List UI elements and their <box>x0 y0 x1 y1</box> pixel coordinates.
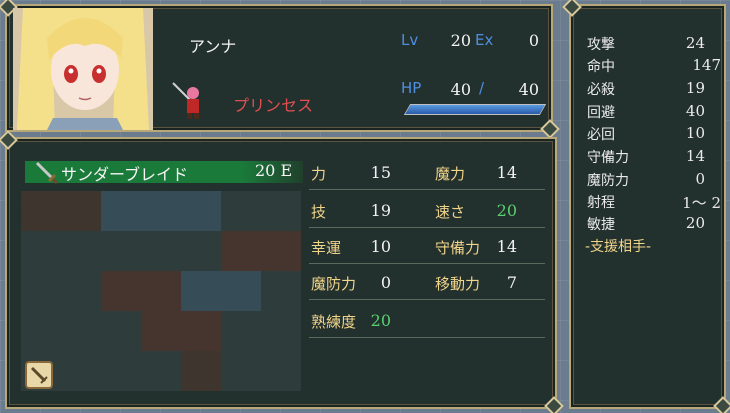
combat-agi-value: 20 <box>685 214 705 232</box>
divider <box>309 337 545 338</box>
divider <box>309 189 545 190</box>
exp-value: 0 <box>528 31 539 50</box>
stat-mag-label: 魔力 <box>435 165 466 183</box>
combat-crit-value: 19 <box>685 79 705 97</box>
stat-mov-value: 7 <box>506 273 517 292</box>
stat-res-label: 魔防力 <box>311 275 357 293</box>
level-label: Lv <box>401 31 419 49</box>
tile-decoration <box>21 191 301 391</box>
combat-atk-value: 24 <box>685 34 705 52</box>
weapon-uses: 20 E <box>255 161 293 180</box>
combat-crit-label: 必殺 <box>587 82 615 98</box>
combat-res-label: 魔防力 <box>587 173 629 189</box>
stat-wpnlv-value: 20 <box>370 311 391 330</box>
hp-label: HP <box>401 79 422 97</box>
stat-skl-value: 19 <box>370 201 391 220</box>
combat-ddg-value: 10 <box>685 124 705 142</box>
combat-atk-label: 攻撃 <box>587 37 615 53</box>
exp-label: Ex <box>475 31 494 49</box>
hp-max: 40 <box>518 80 539 99</box>
hp-current: 40 <box>450 80 471 99</box>
unit-sprite <box>169 79 209 121</box>
level-value: 20 <box>450 31 471 50</box>
combat-avo-value: 40 <box>685 102 705 120</box>
stat-spd-value: 20 <box>496 201 517 220</box>
stat-str-label: 力 <box>311 165 327 183</box>
divider <box>309 299 545 300</box>
divider <box>309 263 545 264</box>
hp-separator: / <box>479 79 485 97</box>
combat-avo-label: 回避 <box>587 105 615 121</box>
unit-header-panel: アンナ プリンセス Lv 20 Ex 0 HP 40 / 40 <box>5 4 553 132</box>
stat-lck-value: 10 <box>370 237 391 256</box>
hp-bar-fill <box>405 105 545 114</box>
combat-def-label: 守備力 <box>587 150 629 166</box>
stat-str-value: 15 <box>370 163 391 182</box>
stat-res-value: 0 <box>380 273 391 292</box>
stat-mov-label: 移動力 <box>435 275 481 293</box>
weapon-name: サンダーブレイド <box>61 165 189 184</box>
combat-res-value: 0 <box>695 170 705 188</box>
stat-def-value: 14 <box>496 237 517 256</box>
combat-hit-value: 147 <box>692 56 721 74</box>
weapon-menu-icon[interactable] <box>25 361 53 389</box>
stats-panel: サンダーブレイド 20 E 力 15 魔力 14 技 19 速さ 20 幸運 1… <box>5 137 557 409</box>
stat-skl-label: 技 <box>311 203 327 221</box>
combat-agi-label: 敏捷 <box>587 217 615 233</box>
stat-mag-value: 14 <box>496 163 517 182</box>
combat-def-value: 14 <box>685 147 705 165</box>
combat-hit-label: 命中 <box>587 59 615 75</box>
stat-wpnlv-label: 熟練度 <box>311 313 357 331</box>
unit-class: プリンセス <box>233 96 314 115</box>
combat-rng-value: 1〜 2 <box>682 194 721 212</box>
hp-bar <box>403 104 547 115</box>
character-portrait <box>13 8 153 130</box>
stat-spd-label: 速さ <box>435 203 466 221</box>
stat-def-label: 守備力 <box>435 239 481 257</box>
divider <box>309 227 545 228</box>
stat-lck-label: 幸運 <box>311 239 342 257</box>
combat-stats-panel: 攻撃 24 命中 147 必殺 19 回避 40 必回 10 守備力 14 魔防… <box>569 4 726 409</box>
unit-name: アンナ <box>189 37 237 56</box>
combat-ddg-label: 必回 <box>587 127 615 143</box>
support-partners-label[interactable]: -支援相手- <box>585 236 651 256</box>
combat-rng-label: 射程 <box>587 195 615 211</box>
sword-icon <box>33 159 59 185</box>
